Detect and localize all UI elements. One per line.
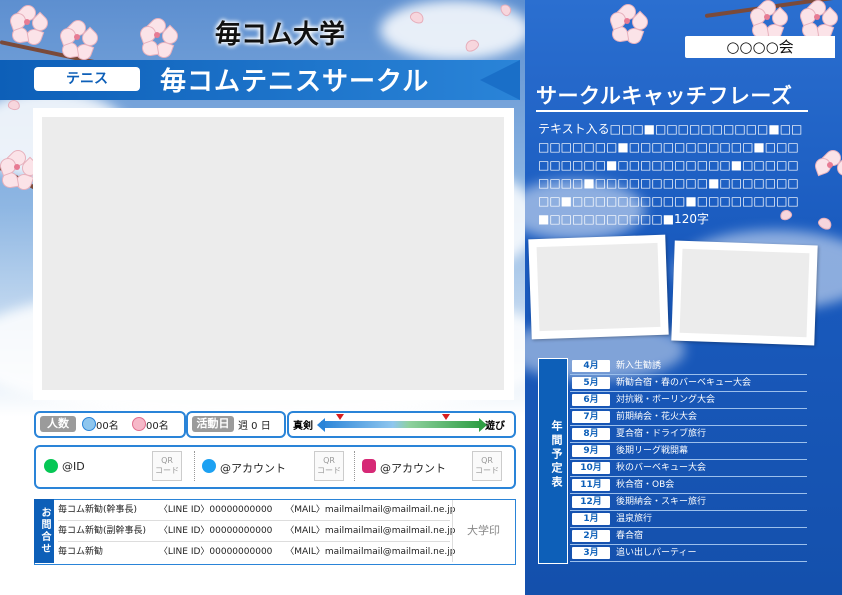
schedule-row: 6月 対抗戦・ボーリング大会 — [570, 392, 807, 409]
instagram-handle: @アカウント — [380, 462, 446, 475]
contact-name: 毎コム新勧(幹事長) — [58, 505, 138, 515]
instagram-qr: QR コード — [472, 451, 502, 481]
scale-arrow-right — [479, 418, 487, 432]
schedule-event: 対抗戦・ボーリング大会 — [616, 395, 716, 405]
schedule-row: 5月 新勧合宿・春のバーベキュー大会 — [570, 375, 807, 392]
schedule-month: 9月 — [572, 445, 610, 457]
schedule-row: 3月 追い出しパーティー — [570, 545, 807, 562]
schedule-month: 8月 — [572, 428, 610, 440]
schedule-event: 新入生勧誘 — [616, 361, 662, 371]
schedule-month: 4月 — [572, 360, 610, 372]
contact-line: 〈LINE ID〉00000000000 — [158, 505, 273, 515]
female-icon — [132, 417, 146, 431]
schedule-row: 1月 温泉旅行 — [570, 511, 807, 528]
catchphrase-title: サークルキャッチフレーズ — [536, 84, 793, 108]
contact-line: 〈LINE ID〉00000000000 — [158, 547, 273, 557]
twitter-icon — [202, 459, 216, 473]
members-label: 人数 — [40, 416, 76, 432]
sub-photo-placeholder — [536, 242, 661, 332]
schedule-month: 1月 — [572, 513, 610, 525]
schedule-row: 2月 春合宿 — [570, 528, 807, 545]
sub-photo-placeholder — [679, 248, 810, 338]
social-box: @ID QR コード @アカウント QR コード @アカウント QR コード — [34, 445, 516, 489]
contact-name: 毎コム新勧 — [58, 547, 104, 557]
activity-label: 活動日 — [192, 416, 234, 432]
contact-line: 〈LINE ID〉00000000000 — [158, 526, 273, 536]
ribbon-tail — [480, 60, 520, 100]
sub-photo-frame — [528, 234, 669, 340]
schedule-event: 前期納会・花火大会 — [616, 412, 698, 422]
schedule-row: 9月 後期リーグ戦開幕 — [570, 443, 807, 460]
scale-arrow-left — [317, 418, 325, 432]
schedule-month: 12月 — [572, 496, 610, 508]
divider — [194, 451, 196, 481]
contact-side-label: お問合せ — [34, 499, 54, 563]
schedule-event: 後期リーグ戦開幕 — [616, 446, 689, 456]
schedule-row: 12月 後期納会・スキー旅行 — [570, 494, 807, 511]
schedule-row: 10月 秋のバーベキュー大会 — [570, 460, 807, 477]
schedule-event: 後期納会・スキー旅行 — [616, 497, 707, 507]
members-box: 人数 00名 00名 — [34, 411, 186, 438]
sub-photo-frame — [671, 240, 818, 346]
university-seal: 大学印 — [452, 500, 514, 562]
university-name: 毎コム大学 — [214, 20, 345, 50]
schedule-month: 10月 — [572, 462, 610, 474]
schedule-row: 8月 夏合宿・ドライブ旅行 — [570, 426, 807, 443]
contact-row: 毎コム新勧(副幹事長) 〈LINE ID〉00000000000 〈MAIL〉m… — [58, 521, 455, 542]
scale-right-label: 遊び — [485, 421, 505, 432]
schedule-event: 温泉旅行 — [616, 514, 653, 524]
schedule-month: 2月 — [572, 530, 610, 542]
schedule-event: 秋のバーベキュー大会 — [616, 463, 707, 473]
twitter-qr: QR コード — [314, 451, 344, 481]
male-icon — [82, 417, 96, 431]
activity-value: 週 0 日 — [238, 421, 271, 432]
contact-mail: 〈MAIL〉mailmailmail@mailmail.ne.jp — [285, 505, 456, 515]
line-qr: QR コード — [152, 451, 182, 481]
schedule-label: 年間予定表 — [550, 420, 563, 490]
scale-left-label: 真剣 — [293, 421, 313, 432]
schedule-row: 7月 前期納会・花火大会 — [570, 409, 807, 426]
schedule-row: 11月 秋合宿・OB会 — [570, 477, 807, 494]
instagram-icon — [362, 459, 376, 473]
activity-box: 活動日 週 0 日 — [186, 411, 286, 438]
catchphrase-text: テキスト入る□□□■□□□□□□□□□□■□□□□□□□□□■□□□□□□□□□… — [538, 122, 803, 226]
sport-tag: テニス — [34, 67, 140, 91]
male-count: 00名 — [96, 421, 119, 432]
schedule-month: 6月 — [572, 394, 610, 406]
main-photo-placeholder — [42, 117, 504, 390]
schedule-event: 秋合宿・OB会 — [616, 480, 675, 490]
scale-marker — [441, 414, 450, 420]
contact-row: 毎コム新勧(幹事長) 〈LINE ID〉00000000000 〈MAIL〉ma… — [58, 500, 455, 521]
schedule-month: 7月 — [572, 411, 610, 423]
scale-marker — [336, 414, 345, 420]
contact-name: 毎コム新勧(副幹事長) — [58, 526, 147, 536]
organization-name: ○○○○会 — [685, 36, 835, 58]
divider — [354, 451, 356, 481]
contact-mail: 〈MAIL〉mailmailmail@mailmail.ne.jp — [285, 547, 456, 557]
schedule-event: 春合宿 — [616, 531, 644, 541]
scale-bar — [321, 421, 481, 428]
female-count: 00名 — [146, 421, 169, 432]
schedule-event: 新勧合宿・春のバーベキュー大会 — [616, 378, 752, 388]
schedule-month: 3月 — [572, 547, 610, 559]
schedule-event: 追い出しパーティー — [616, 548, 697, 558]
seriousness-scale: 真剣 遊び — [287, 411, 516, 438]
title-underline — [536, 110, 808, 112]
line-icon — [44, 459, 58, 473]
schedule-event: 夏合宿・ドライブ旅行 — [616, 429, 707, 439]
circle-name: 毎コムテニスサークル — [160, 67, 430, 97]
schedule-month: 5月 — [572, 377, 610, 389]
schedule-row: 4月 新入生勧誘 — [570, 358, 807, 375]
schedule-month: 11月 — [572, 479, 610, 491]
line-handle: @ID — [62, 460, 85, 473]
contact-row: 毎コム新勧 〈LINE ID〉00000000000 〈MAIL〉mailmai… — [58, 542, 455, 562]
contact-mail: 〈MAIL〉mailmailmail@mailmail.ne.jp — [285, 526, 456, 536]
twitter-handle: @アカウント — [220, 462, 286, 475]
